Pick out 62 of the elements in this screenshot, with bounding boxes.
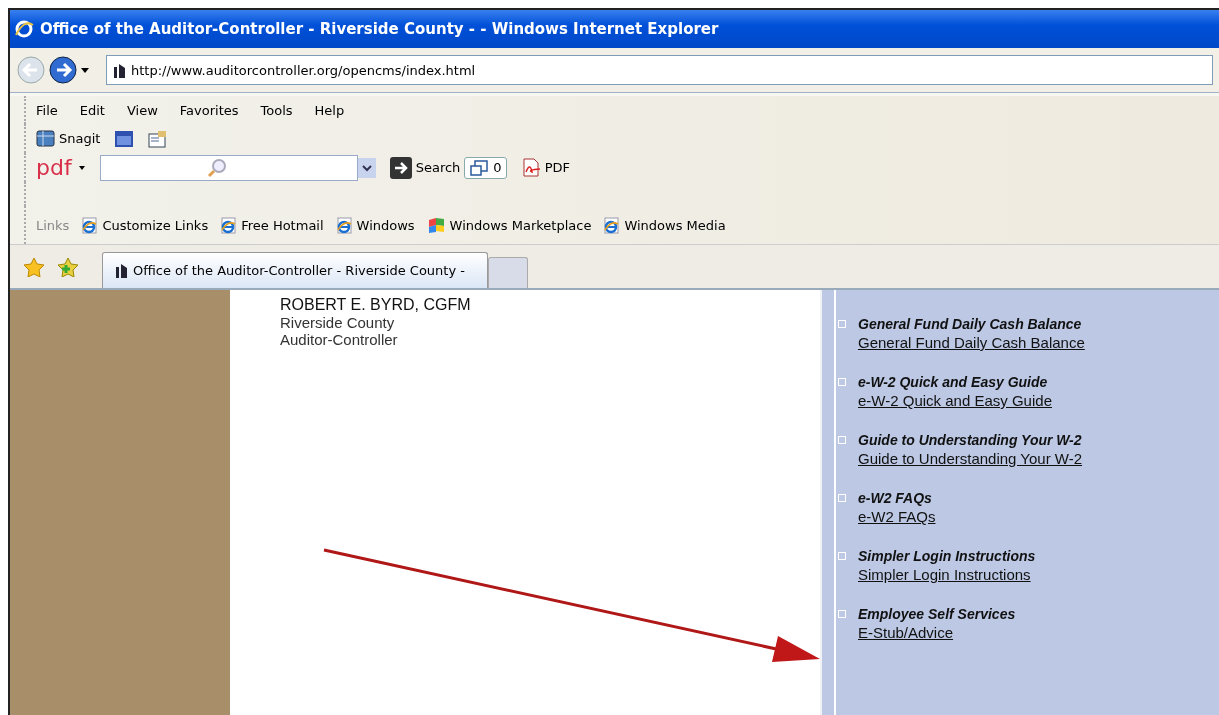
- dropdown-caret-icon: [77, 164, 86, 171]
- menu-item[interactable]: Help: [314, 102, 345, 118]
- forward-button[interactable]: [48, 55, 78, 85]
- official-title: Auditor-Controller: [280, 331, 399, 348]
- browser-page-icon: [81, 216, 99, 234]
- sidebar-link[interactable]: e-W-2 Quick and Easy Guide: [858, 390, 1052, 411]
- search-icon: [206, 157, 227, 178]
- bullet-icon: [838, 320, 846, 328]
- menu-item[interactable]: File: [36, 102, 58, 118]
- section-heading: e-W-2 Quick and Easy Guide: [858, 374, 1049, 390]
- windows-icon: [469, 158, 490, 177]
- menu-item[interactable]: View: [126, 102, 158, 118]
- document-capture-icon[interactable]: [148, 129, 168, 148]
- favorites-link[interactable]: Windows Marketplace: [426, 216, 592, 234]
- sidebar-link[interactable]: General Fund Daily Cash Balance: [858, 332, 1085, 353]
- bullet-icon: [838, 436, 846, 444]
- section-heading: Simpler Login Instructions: [858, 548, 1036, 564]
- favorites-link[interactable]: Customize Links: [81, 216, 209, 234]
- search-field[interactable]: [99, 154, 358, 181]
- pdf-button[interactable]: PDF: [520, 157, 570, 178]
- browser-page-icon: [603, 216, 621, 234]
- menu-item[interactable]: Favorites: [179, 102, 239, 118]
- dropdown-caret-icon[interactable]: [80, 66, 90, 74]
- section-heading: Guide to Understanding Your W-2: [858, 432, 1083, 448]
- new-tab-button[interactable]: [488, 257, 528, 288]
- section-heading: e-W2 FAQs: [858, 490, 933, 506]
- favorites-link[interactable]: Windows Media: [603, 216, 726, 234]
- add-favorite-icon[interactable]: [58, 256, 78, 277]
- window-capture-icon[interactable]: [114, 129, 135, 148]
- snagit-button[interactable]: Snagit: [36, 130, 101, 147]
- section-heading: Employee Self Services: [858, 606, 1016, 622]
- browser-tab[interactable]: Office of the Auditor-Controller - Riverside County -: [102, 252, 488, 288]
- favorites-link[interactable]: Windows: [335, 216, 415, 234]
- browser-page-icon: [220, 216, 238, 234]
- browser-logo-icon: [14, 19, 34, 39]
- bullet-icon: [838, 552, 846, 560]
- sidebar-link[interactable]: Guide to Understanding Your W-2: [858, 448, 1083, 469]
- menu-item[interactable]: Tools: [260, 102, 293, 118]
- bullet-icon: [838, 378, 846, 386]
- favorites-link[interactable]: Free Hotmail: [220, 216, 324, 234]
- site-icon: [113, 262, 129, 279]
- colorful-flag-icon: [426, 216, 446, 234]
- menu-item[interactable]: Edit: [79, 102, 105, 118]
- pdf-menu-button[interactable]: pdf: [36, 155, 86, 180]
- sidebar-link[interactable]: E-Stub/Advice: [858, 622, 1016, 643]
- bullet-icon: [838, 610, 846, 618]
- search-button[interactable]: Search: [389, 156, 461, 179]
- official-title: Riverside County: [280, 314, 396, 331]
- address-field[interactable]: http://www.auditorcontroller.org/opencms/index.html: [106, 55, 1213, 85]
- sidebar-link[interactable]: Simpler Login Instructions: [858, 564, 1036, 585]
- browser-page-icon: [335, 216, 353, 234]
- site-icon: [111, 61, 127, 79]
- favorites-star-icon[interactable]: [24, 256, 44, 277]
- links-label: Links: [36, 217, 70, 233]
- official-name: ROBERT E. BYRD, CGFM: [280, 296, 472, 314]
- section-heading: General Fund Daily Cash Balance: [858, 316, 1083, 332]
- window-count-button[interactable]: 0: [464, 156, 507, 179]
- sidebar-link[interactable]: e-W2 FAQs: [858, 506, 936, 527]
- pdf-document-icon: [520, 157, 541, 178]
- bullet-icon: [838, 494, 846, 502]
- window-title: Office of the Auditor-Controller - Riverside County - - Windows Internet Explorer: [40, 20, 719, 38]
- snagit-icon: [36, 130, 55, 147]
